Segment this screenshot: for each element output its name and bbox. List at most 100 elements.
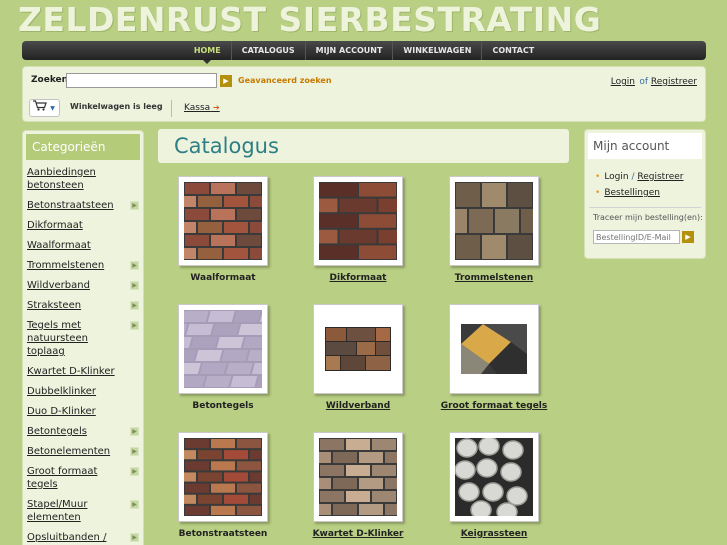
product-image[interactable] bbox=[178, 304, 268, 394]
cart-status: Winkelwagen is leeg bbox=[70, 102, 163, 111]
login-link[interactable]: Login bbox=[611, 77, 635, 87]
product-card[interactable]: Waalformaat bbox=[163, 176, 283, 283]
submenu-arrow-icon[interactable]: ▶ bbox=[130, 201, 139, 210]
product-image[interactable] bbox=[449, 304, 539, 394]
track-order-input[interactable] bbox=[593, 230, 680, 244]
nav-winkelwagen[interactable]: WINKELWAGEN bbox=[392, 41, 481, 60]
submenu-arrow-icon[interactable]: ▶ bbox=[130, 533, 139, 542]
cart-icon bbox=[33, 100, 47, 111]
category-label: Straksteen bbox=[27, 300, 82, 311]
product-image[interactable] bbox=[449, 176, 539, 266]
account-links: • Login / Registreer • Bestellingen bbox=[585, 159, 705, 201]
product-card[interactable]: Betontegels bbox=[163, 304, 283, 411]
category-item[interactable]: Opsluitbanden / Palissadebanden ▶ bbox=[27, 531, 139, 545]
product-name[interactable]: Kwartet D-Klinker bbox=[298, 529, 418, 539]
product-name[interactable]: Keigrassteen bbox=[434, 529, 554, 539]
category-item[interactable]: Trommelstenen ▶ bbox=[27, 259, 139, 272]
submenu-arrow-icon[interactable]: ▶ bbox=[130, 301, 139, 310]
category-item[interactable]: Wildverband ▶ bbox=[27, 279, 139, 292]
category-label: Kwartet D-Klinker bbox=[27, 366, 115, 377]
category-item[interactable]: Betontegels ▶ bbox=[27, 425, 139, 438]
register-link[interactable]: Registreer bbox=[651, 77, 697, 87]
account-orders-link[interactable]: Bestellingen bbox=[604, 188, 660, 198]
product-image[interactable] bbox=[313, 176, 403, 266]
category-label: Dubbelklinker bbox=[27, 386, 97, 397]
submenu-arrow-icon[interactable]: ▶ bbox=[130, 427, 139, 436]
product-image[interactable] bbox=[449, 432, 539, 522]
product-name[interactable]: Groot formaat tegels bbox=[434, 401, 554, 411]
slash-separator: / bbox=[631, 172, 635, 182]
category-item[interactable]: Dikformaat bbox=[27, 219, 139, 232]
product-card[interactable]: Wildverband bbox=[298, 304, 418, 411]
product-card[interactable]: Keigrassteen bbox=[434, 432, 554, 539]
category-item[interactable]: Stapel/Muur elementen ▶ bbox=[27, 498, 139, 524]
category-item[interactable]: Straksteen ▶ bbox=[27, 299, 139, 312]
chevron-down-icon: ▼ bbox=[50, 105, 55, 112]
page-title: Catalogus bbox=[158, 129, 569, 163]
category-item[interactable]: Betonelementen ▶ bbox=[27, 445, 139, 458]
product-card[interactable]: Kwartet D-Klinker bbox=[298, 432, 418, 539]
checkout-label: Kassa bbox=[184, 103, 211, 113]
submenu-arrow-icon[interactable]: ▶ bbox=[130, 281, 139, 290]
category-label: Duo D-Klinker bbox=[27, 406, 96, 417]
track-order-go-button[interactable]: ▶ bbox=[682, 231, 694, 243]
product-name[interactable]: Betontegels bbox=[163, 401, 283, 411]
submenu-arrow-icon[interactable]: ▶ bbox=[130, 447, 139, 456]
product-name[interactable]: Trommelstenen bbox=[434, 273, 554, 283]
category-label: Betonelementen bbox=[27, 446, 111, 457]
product-name[interactable]: Wildverband bbox=[298, 401, 418, 411]
arrow-right-icon: ▶ bbox=[685, 233, 691, 241]
account-orders-row: • Bestellingen bbox=[595, 185, 705, 201]
category-item[interactable]: Duo D-Klinker bbox=[27, 405, 139, 418]
submenu-arrow-icon[interactable]: ▶ bbox=[130, 261, 139, 270]
category-label: Betonstraatsteen bbox=[27, 200, 114, 211]
category-label: Wildverband bbox=[27, 280, 90, 291]
nav-home[interactable]: HOME bbox=[184, 41, 231, 64]
category-label: Opsluitbanden / Palissadebanden bbox=[27, 532, 107, 543]
category-item[interactable]: Tegels met natuursteen toplaag ▶ bbox=[27, 319, 139, 358]
submenu-arrow-icon[interactable]: ▶ bbox=[130, 500, 139, 509]
category-item[interactable]: Groot formaat tegels ▶ bbox=[27, 465, 139, 491]
submenu-arrow-icon[interactable]: ▶ bbox=[130, 467, 139, 476]
category-item[interactable]: Kwartet D-Klinker bbox=[27, 365, 139, 378]
product-image[interactable] bbox=[178, 432, 268, 522]
advanced-search-link[interactable]: Geavanceerd zoeken bbox=[238, 76, 332, 85]
category-label: Stapel/Muur elementen bbox=[27, 499, 88, 523]
checkout-link[interactable]: Kassa ➔ bbox=[184, 103, 220, 113]
category-label: Dikformaat bbox=[27, 220, 83, 231]
nav-catalogus[interactable]: CATALOGUS bbox=[230, 41, 305, 60]
product-name[interactable]: Betonstraatsteen bbox=[163, 529, 283, 539]
product-image[interactable] bbox=[178, 176, 268, 266]
categories-sidebar: Categorieën Aanbiedingen betonsteen Beton… bbox=[22, 130, 144, 545]
search-input[interactable] bbox=[66, 73, 217, 88]
search-go-button[interactable]: ▶ bbox=[220, 75, 232, 87]
cart-dropdown-button[interactable]: ▼ bbox=[29, 99, 60, 117]
product-card[interactable]: Dikformaat bbox=[298, 176, 418, 283]
categories-title: Categorieën bbox=[26, 134, 140, 160]
product-card[interactable]: Betonstraatsteen bbox=[163, 432, 283, 539]
account-login-link[interactable]: Login bbox=[604, 172, 628, 182]
divider bbox=[171, 100, 172, 117]
product-image[interactable] bbox=[313, 432, 403, 522]
category-item[interactable]: Dubbelklinker bbox=[27, 385, 139, 398]
nav-contact[interactable]: CONTACT bbox=[481, 41, 544, 60]
product-card[interactable]: Trommelstenen bbox=[434, 176, 554, 283]
account-register-link[interactable]: Registreer bbox=[637, 172, 683, 182]
category-label: Tegels met natuursteen toplaag bbox=[27, 320, 88, 357]
category-item[interactable]: Betonstraatsteen ▶ bbox=[27, 199, 139, 212]
bullet-icon: • bbox=[595, 172, 601, 182]
category-item[interactable]: Aanbiedingen betonsteen bbox=[27, 166, 139, 192]
submenu-arrow-icon[interactable]: ▶ bbox=[130, 321, 139, 330]
of-text: of bbox=[639, 77, 648, 87]
nav-mijn-account[interactable]: MIJN ACCOUNT bbox=[304, 41, 393, 60]
product-card[interactable]: Groot formaat tegels bbox=[434, 304, 554, 411]
category-label: Groot formaat tegels bbox=[27, 466, 98, 490]
product-name[interactable]: Dikformaat bbox=[298, 273, 418, 283]
product-image[interactable] bbox=[313, 304, 403, 394]
site-title: ZELDENRUST SIERBESTRATING bbox=[18, 0, 602, 39]
category-label: Waalformaat bbox=[27, 240, 91, 251]
track-order-label: Traceer mijn bestelling(en): bbox=[593, 213, 703, 222]
product-name[interactable]: Waalformaat bbox=[163, 273, 283, 283]
category-list: Aanbiedingen betonsteen Betonstraatsteen ▶… bbox=[23, 160, 143, 545]
category-item[interactable]: Waalformaat bbox=[27, 239, 139, 252]
